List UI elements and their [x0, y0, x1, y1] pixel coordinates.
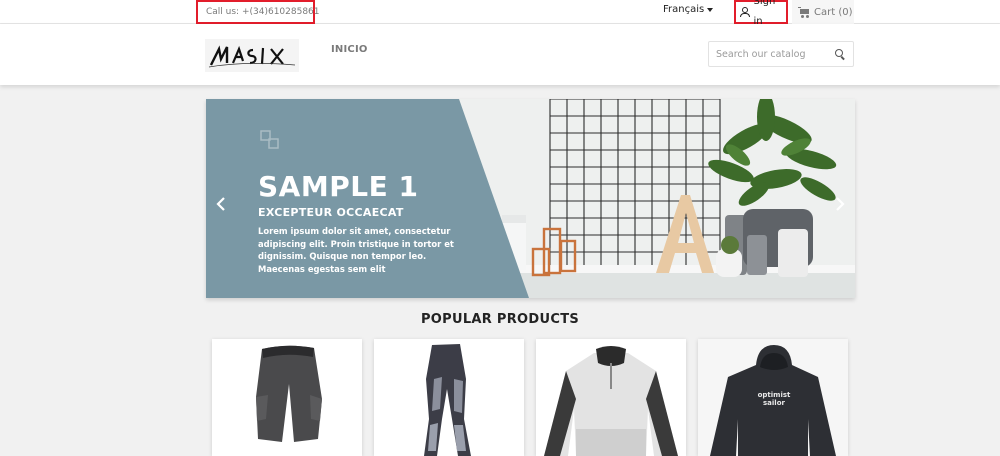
product-image — [536, 339, 686, 456]
product-image — [374, 339, 524, 456]
top-nav-bar: Call us: +(34)610285861 Français Sign in… — [0, 0, 1000, 27]
popular-products-heading: POPULAR PRODUCTS — [420, 312, 580, 327]
language-selector[interactable]: Français — [663, 4, 714, 15]
product-card-wetsuit-leggings[interactable] — [374, 339, 524, 456]
slide-caption: SAMPLE 1 EXCEPTEUR OCCAECAT Lorem ipsum … — [258, 171, 463, 275]
language-label: Français — [663, 4, 705, 15]
slide-title: SAMPLE 1 — [258, 170, 419, 203]
hero-carousel[interactable]: SAMPLE 1 EXCEPTEUR OCCAECAT Lorem ipsum … — [206, 99, 855, 298]
product-image: optimist sailor — [698, 339, 848, 456]
site-logo[interactable] — [205, 39, 299, 72]
slide-subtitle: EXCEPTEUR OCCAECAT — [258, 206, 404, 219]
cart-label: Cart (0) — [814, 6, 853, 18]
product-card-hoodie[interactable]: optimist sailor — [698, 339, 848, 456]
nav-inicio[interactable]: INICIO — [331, 44, 368, 55]
contact-phone: Call us: +(34)610285861 — [196, 0, 320, 24]
user-icon — [740, 7, 750, 17]
carousel-prev-icon[interactable] — [216, 197, 226, 211]
product-card-spray-top[interactable] — [536, 339, 686, 456]
search-icon[interactable] — [835, 49, 846, 60]
search-input[interactable] — [709, 42, 829, 67]
sign-in-link[interactable]: Sign in — [734, 0, 788, 27]
site-header: INICIO — [0, 24, 1000, 85]
product-card-shorts[interactable] — [212, 339, 362, 456]
caret-down-icon — [707, 7, 714, 12]
slide-description: Lorem ipsum dolor sit amet, consectetur … — [258, 226, 454, 274]
product-image — [212, 339, 362, 456]
shopping-cart-icon — [798, 6, 810, 18]
search-box — [708, 41, 854, 67]
carousel-next-icon[interactable] — [835, 197, 845, 211]
cart-link[interactable]: Cart (0) — [792, 0, 854, 24]
